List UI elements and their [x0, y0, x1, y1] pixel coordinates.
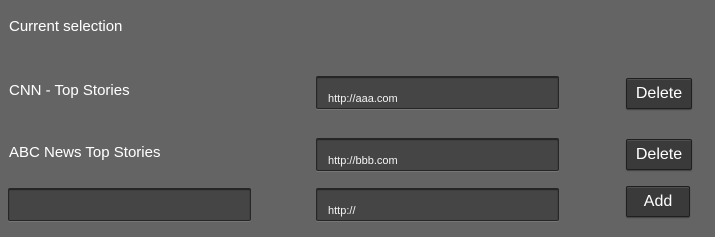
section-title: Current selection [9, 18, 123, 35]
delete-feed-button[interactable]: Delete [626, 139, 692, 170]
add-feed-button[interactable]: Add [626, 186, 690, 217]
feed-url-field[interactable] [316, 76, 559, 109]
feed-url-field[interactable] [316, 138, 559, 171]
new-feed-name-field[interactable] [8, 188, 251, 221]
feed-name-label: ABC News Top Stories [9, 144, 161, 161]
delete-feed-button[interactable]: Delete [626, 78, 692, 109]
feed-name-label: CNN - Top Stories [9, 82, 130, 99]
new-feed-url-field[interactable] [316, 188, 559, 221]
rss-feed-settings-panel: Current selection CNN - Top Stories Dele… [0, 0, 715, 237]
